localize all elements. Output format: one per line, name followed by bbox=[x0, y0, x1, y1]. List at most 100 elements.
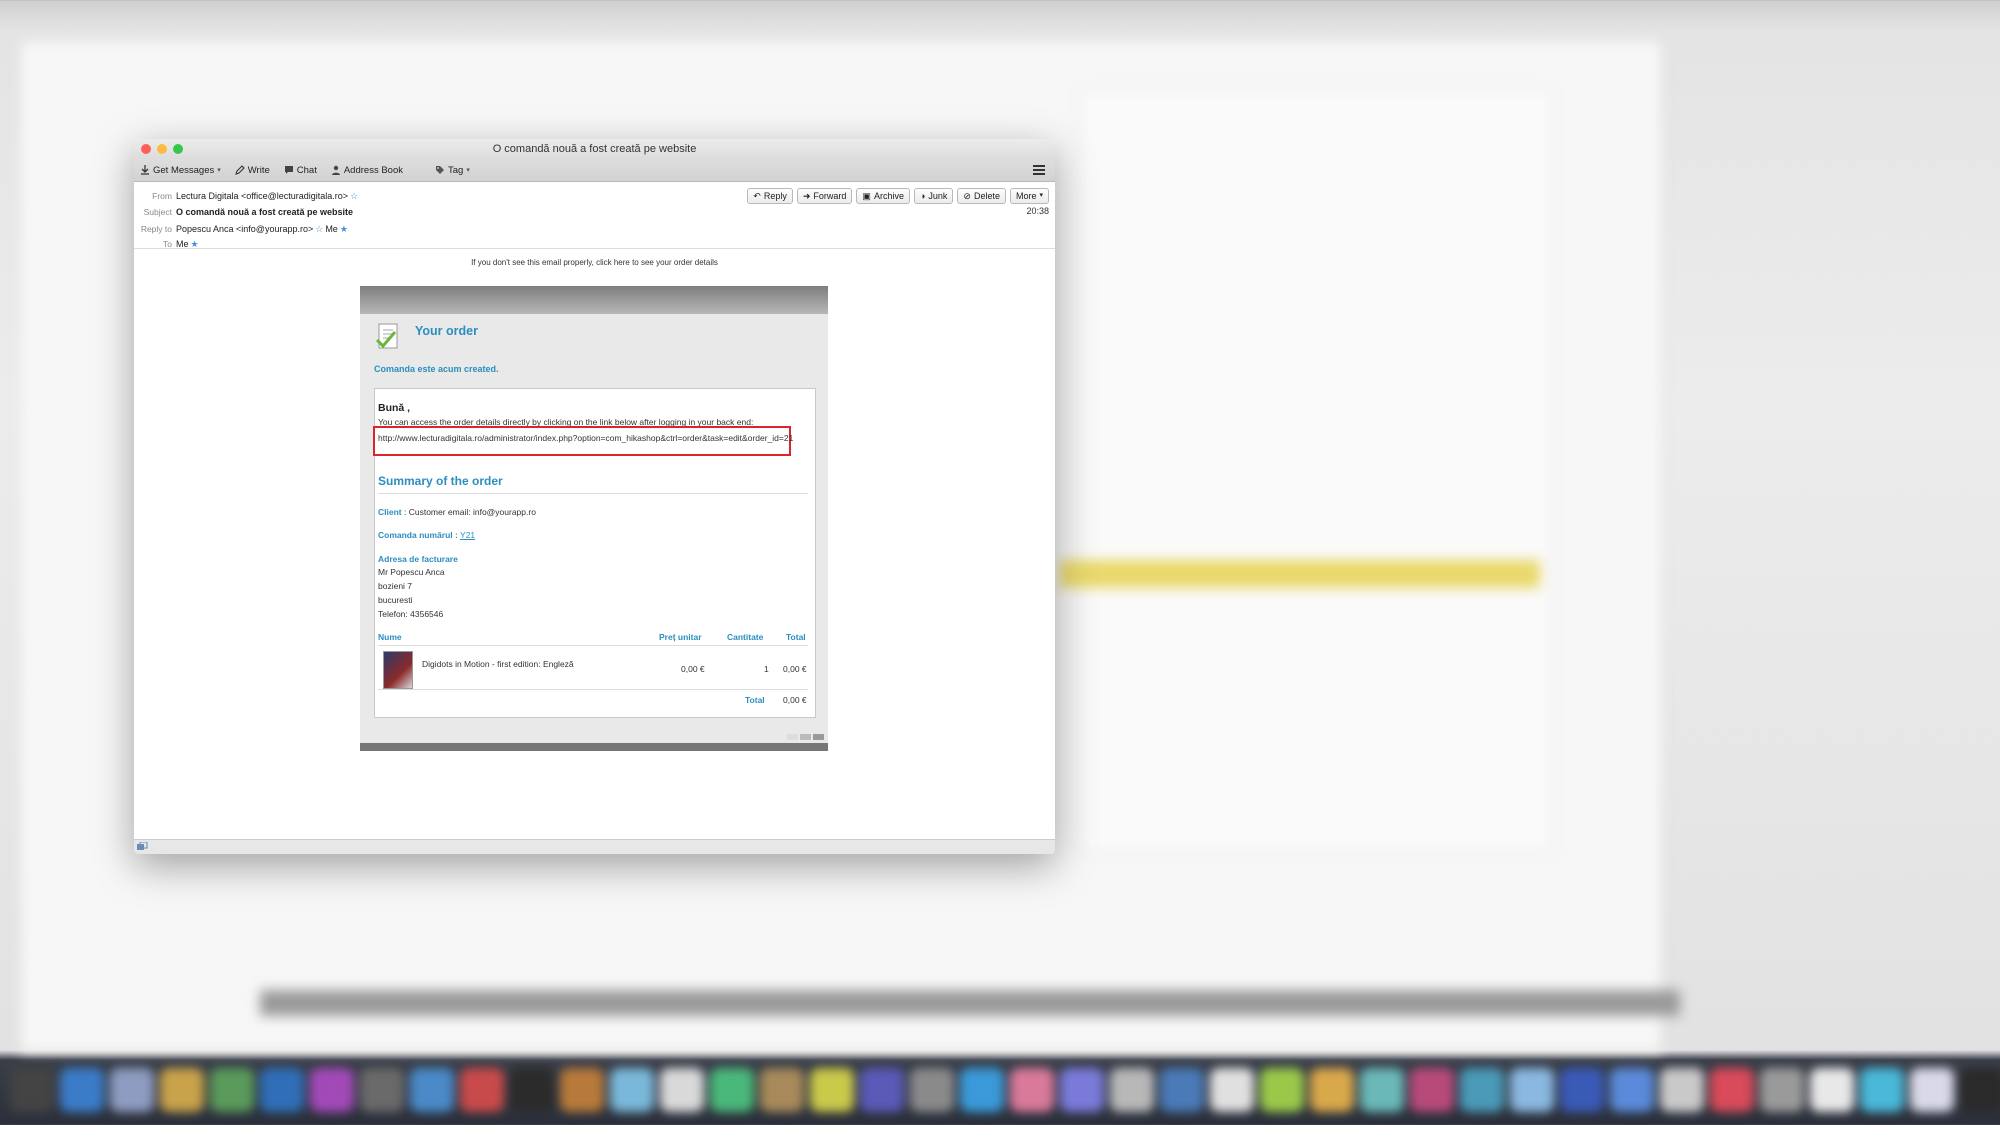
column-header-name: Nume bbox=[378, 632, 402, 642]
archive-label: Archive bbox=[873, 191, 904, 201]
junk-flame-icon: ◑ bbox=[919, 191, 926, 201]
from-row: From Lectura Digitala <office@lecturadig… bbox=[134, 191, 358, 202]
message-window: O comandă nouă a fost creată pe website … bbox=[134, 139, 1055, 854]
person-icon bbox=[331, 165, 341, 175]
billing-line: Telefon: 4356546 bbox=[378, 609, 444, 619]
pencil-icon bbox=[234, 165, 245, 175]
star-icon[interactable]: ☆ bbox=[315, 224, 323, 235]
item-name: Digidots in Motion - first edition: Engl… bbox=[422, 659, 574, 669]
reply-to-value[interactable]: Popescu Anca <info@yourapp.ro> bbox=[176, 224, 313, 235]
junk-label: Junk bbox=[928, 191, 948, 201]
table-divider bbox=[378, 645, 808, 646]
minimize-window-button[interactable] bbox=[157, 144, 167, 154]
reply-to-row: Reply to Popescu Anca <info@yourapp.ro> … bbox=[134, 224, 348, 235]
billing-line: Mr Popescu Anca bbox=[378, 567, 445, 577]
more-label: More bbox=[1015, 191, 1037, 201]
tag-label: Tag bbox=[448, 164, 464, 176]
message-time: 20:38 bbox=[1026, 206, 1049, 216]
product-thumbnail bbox=[383, 651, 413, 689]
greeting: Bună , bbox=[378, 402, 411, 414]
client-row: Client : Customer email: info@yourapp.ro bbox=[378, 507, 536, 517]
reply-to-me[interactable]: Me bbox=[325, 224, 338, 235]
reply-to-label: Reply to bbox=[140, 224, 172, 234]
message-actions: ↶ Reply ➜ Forward ▣ Archive ◑ Junk ⊘ Delete M… bbox=[747, 188, 1049, 204]
archive-button[interactable]: ▣ Archive bbox=[856, 188, 910, 204]
chat-label: Chat bbox=[296, 164, 317, 176]
connection-icon[interactable] bbox=[137, 842, 148, 852]
order-admin-link[interactable]: http://www.lecturadigitala.ro/administra… bbox=[378, 431, 798, 445]
chevron-down-icon: ▾ bbox=[1039, 192, 1043, 199]
message-body: If you don't see this email properly, cl… bbox=[134, 258, 1055, 848]
window-title: O comandă nouă a fost creată pe website bbox=[492, 143, 697, 155]
billing-line: bucuresti bbox=[378, 595, 413, 605]
delete-circle-icon: ⊘ bbox=[963, 191, 971, 201]
order-title: Your order bbox=[415, 324, 478, 338]
background-scrollbar bbox=[260, 990, 1680, 1016]
card-pager bbox=[787, 734, 824, 740]
billing-line: bozieni 7 bbox=[378, 581, 413, 591]
get-messages-button[interactable]: Get Messages ▾ bbox=[140, 165, 221, 176]
view-online-notice[interactable]: If you don't see this email properly, cl… bbox=[134, 258, 1055, 267]
tag-icon bbox=[435, 165, 445, 175]
subject-value: O comandă nouă a fost creată pe website bbox=[176, 207, 354, 217]
archive-box-icon: ▣ bbox=[862, 191, 871, 201]
card-header-bar bbox=[360, 286, 828, 314]
item-unit-price: 0,00 € bbox=[681, 664, 705, 674]
to-value[interactable]: Me bbox=[176, 239, 189, 250]
total-value: 0,00 € bbox=[783, 695, 807, 705]
forward-arrow-icon: ➜ bbox=[802, 191, 811, 201]
junk-button[interactable]: ◑ Junk bbox=[913, 188, 954, 204]
order-document-icon bbox=[376, 323, 398, 349]
order-number-label: Comanda numărul : bbox=[378, 530, 458, 540]
client-label: Client bbox=[378, 507, 402, 517]
title-bar: O comandă nouă a fost creată pe website bbox=[134, 139, 1055, 159]
reply-button[interactable]: ↶ Reply bbox=[747, 188, 793, 204]
forward-label: Forward bbox=[813, 191, 847, 201]
to-label: To bbox=[163, 239, 172, 249]
reply-arrow-icon: ↶ bbox=[753, 191, 761, 201]
from-label: From bbox=[152, 191, 172, 201]
divider bbox=[378, 493, 808, 494]
status-bar bbox=[134, 839, 1055, 854]
hamburger-menu-icon[interactable] bbox=[1033, 164, 1045, 175]
to-row: To Me ★ bbox=[134, 239, 199, 250]
subject-row: Subject O comandă nouă a fost creată pe … bbox=[134, 207, 353, 217]
write-button[interactable]: Write bbox=[234, 164, 270, 176]
order-card: Your order Comanda este acum created. Bu… bbox=[360, 286, 828, 751]
close-window-button[interactable] bbox=[141, 144, 151, 154]
chat-button[interactable]: Chat bbox=[284, 165, 317, 176]
background-highlight-bar bbox=[1060, 560, 1540, 588]
order-number-row: Comanda numărul : Y21 bbox=[378, 530, 475, 540]
write-label: Write bbox=[247, 164, 270, 176]
star-icon[interactable]: ☆ bbox=[350, 191, 358, 202]
delete-label: Delete bbox=[973, 191, 1000, 201]
client-value: : Customer email: info@yourapp.ro bbox=[404, 507, 536, 517]
tag-button[interactable]: Tag ▾ bbox=[435, 165, 470, 176]
delete-button[interactable]: ⊘ Delete bbox=[957, 188, 1006, 204]
total-label: Total bbox=[745, 695, 765, 705]
summary-title: Summary of the order bbox=[378, 474, 503, 488]
item-quantity: 1 bbox=[764, 664, 769, 674]
item-total: 0,00 € bbox=[783, 664, 807, 674]
maximize-window-button[interactable] bbox=[173, 144, 183, 154]
download-icon bbox=[140, 165, 150, 175]
get-messages-label: Get Messages bbox=[153, 164, 215, 176]
order-number-link[interactable]: Y21 bbox=[460, 530, 475, 540]
main-toolbar: Get Messages ▾ Write Chat Address Book T… bbox=[134, 159, 1055, 182]
reply-label: Reply bbox=[763, 191, 787, 201]
chevron-down-icon[interactable]: ▾ bbox=[217, 166, 221, 174]
background-sidebar bbox=[1080, 90, 1552, 852]
more-button[interactable]: More ▾ bbox=[1009, 188, 1049, 204]
column-header-quantity: Cantitate bbox=[727, 632, 764, 642]
message-header: From Lectura Digitala <office@lecturadig… bbox=[134, 182, 1055, 249]
column-header-unit-price: Preț unitar bbox=[659, 632, 702, 642]
table-divider bbox=[378, 689, 808, 690]
star-icon[interactable]: ★ bbox=[340, 224, 348, 235]
column-header-total: Total bbox=[786, 632, 806, 642]
forward-button[interactable]: ➜ Forward bbox=[796, 188, 853, 204]
order-details-box: Bună , You can access the order details … bbox=[373, 388, 816, 718]
star-icon[interactable]: ★ bbox=[191, 239, 199, 250]
address-book-button[interactable]: Address Book bbox=[331, 165, 403, 176]
address-book-label: Address Book bbox=[343, 164, 403, 176]
from-value[interactable]: Lectura Digitala <office@lecturadigitala… bbox=[176, 191, 348, 202]
